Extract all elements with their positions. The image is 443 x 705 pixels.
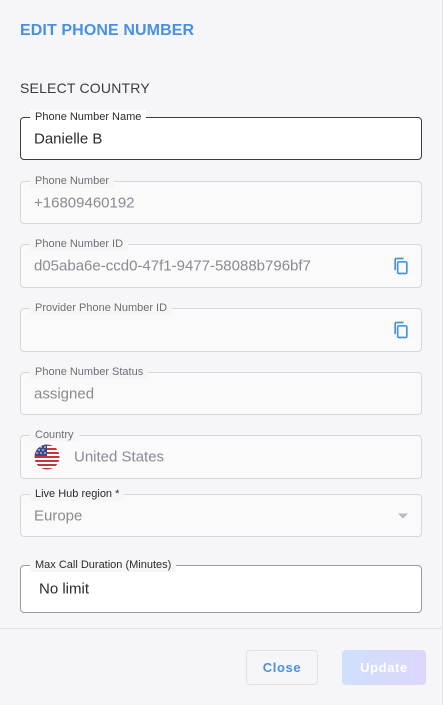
phone-number-name-field[interactable]: Phone Number Name Danielle B [20,110,422,160]
phone-number-status-field: Phone Number Status assigned [20,365,422,415]
phone-number-value: +16809460192 [34,194,135,211]
update-button[interactable]: Update [342,650,426,685]
copy-icon[interactable] [391,256,411,276]
dialog-title: EDIT PHONE NUMBER [20,22,195,39]
phone-number-status-label: Phone Number Status [30,365,149,379]
provider-phone-number-id-field: Provider Phone Number ID [20,301,422,352]
country-label: Country [30,428,79,442]
phone-number-status-value: assigned [34,385,95,402]
country-field: Country United States [20,428,422,479]
phone-number-id-field: Phone Number ID d05aba6e-ccd0-47f1-9477-… [20,237,422,288]
phone-number-id-label: Phone Number ID [30,237,129,251]
section-title: SELECT COUNTRY [20,80,150,96]
max-call-duration-field[interactable]: Max Call Duration (Minutes) No limit [20,558,422,613]
phone-number-name-input[interactable]: Danielle B [34,130,102,147]
copy-icon[interactable] [391,320,411,340]
phone-number-name-label: Phone Number Name [30,110,147,124]
us-flag-icon [34,444,60,470]
live-hub-region-value[interactable]: Europe [34,507,82,524]
phone-number-id-value: d05aba6e-ccd0-47f1-9477-58088b796bf7 [34,257,311,275]
footer-divider [0,628,443,629]
live-hub-region-select[interactable]: Live Hub region * Europe [20,487,422,537]
country-value: United States [74,448,165,466]
close-button[interactable]: Close [246,650,318,685]
max-call-duration-label: Max Call Duration (Minutes) [30,558,177,572]
phone-number-label: Phone Number [30,174,114,188]
provider-phone-number-id-label: Provider Phone Number ID [30,301,173,315]
max-call-duration-input[interactable]: No limit [39,581,89,598]
phone-number-field: Phone Number +16809460192 [20,174,422,224]
edit-phone-number-dialog: EDIT PHONE NUMBER SELECT COUNTRY Phone N… [0,0,443,705]
live-hub-region-label: Live Hub region * [30,487,125,501]
chevron-down-icon[interactable] [397,512,409,520]
